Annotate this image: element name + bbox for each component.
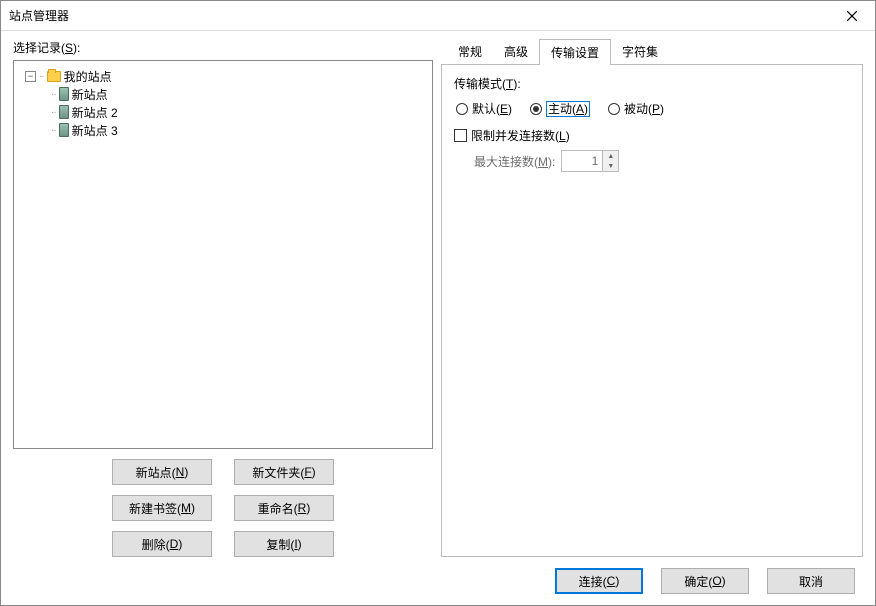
max-connections-spinner[interactable]: ▲ ▼ [561,150,619,172]
max-connections-input[interactable] [561,150,603,172]
spinner-arrows[interactable]: ▲ ▼ [603,150,619,172]
radio-icon [456,103,468,115]
dialog-footer: 连接(C) 确定(O) 取消 [1,557,875,605]
limit-connections-checkbox[interactable]: 限制并发连接数(L) [454,127,850,144]
delete-button[interactable]: 删除(D) [112,531,212,557]
collapse-icon[interactable]: − [25,71,36,82]
tab-advanced[interactable]: 高级 [493,39,539,64]
folder-icon [47,71,61,82]
radio-default-label: 默认(E) [472,100,512,117]
server-icon [59,87,69,101]
radio-active[interactable]: 主动(A) [530,100,590,117]
spinner-up-icon[interactable]: ▲ [603,151,618,161]
transfer-mode-radios: 默认(E) 主动(A) 被动(P) [456,100,850,117]
tree-connector: ·· [51,89,56,100]
radio-default[interactable]: 默认(E) [456,100,512,117]
radio-icon [530,103,542,115]
tab-transfer[interactable]: 传输设置 [539,39,611,65]
close-button[interactable] [829,1,875,30]
left-column: 选择记录(S): − ·· 我的站点 ·· 新站点 [13,39,433,557]
right-column: 常规 高级 传输设置 字符集 传输模式(T): 默认(E) 主动(A) [441,39,863,557]
radio-passive-label: 被动(P) [624,100,664,117]
tab-charset[interactable]: 字符集 [611,39,669,64]
left-button-grid: 新站点(N) 新文件夹(F) 新建书签(M) 重命名(R) 删除(D) 复制(I… [13,459,433,557]
site-manager-window: 站点管理器 选择记录(S): − ·· 我的站点 ·· [0,0,876,606]
tree-item[interactable]: ·· 新站点 3 [18,121,428,139]
tree-item[interactable]: ·· 新站点 2 [18,103,428,121]
connect-button[interactable]: 连接(C) [555,568,643,594]
close-icon [847,11,857,21]
tree-root-label: 我的站点 [64,68,112,85]
radio-active-label: 主动(A) [546,100,590,117]
rename-button[interactable]: 重命名(R) [234,495,334,521]
tree-item-label: 新站点 [72,86,108,103]
select-entry-label: 选择记录(S): [13,39,433,56]
limit-connections-label: 限制并发连接数(L) [471,127,570,144]
max-connections-row: 最大连接数(M): ▲ ▼ [474,150,850,172]
transfer-mode-label: 传输模式(T): [454,75,850,92]
site-tree[interactable]: − ·· 我的站点 ·· 新站点 ·· 新站点 2 [13,60,433,449]
new-folder-button[interactable]: 新文件夹(F) [234,459,334,485]
new-site-button[interactable]: 新站点(N) [112,459,212,485]
tree-item[interactable]: ·· 新站点 [18,85,428,103]
checkbox-icon [454,129,467,142]
radio-passive[interactable]: 被动(P) [608,100,664,117]
title-bar: 站点管理器 [1,1,875,31]
tree-item-label: 新站点 2 [72,104,118,121]
radio-icon [608,103,620,115]
tree-connector: ·· [51,125,56,136]
cancel-button[interactable]: 取消 [767,568,855,594]
max-connections-label: 最大连接数(M): [474,153,555,170]
tree-root[interactable]: − ·· 我的站点 [18,67,428,85]
spinner-down-icon[interactable]: ▼ [603,161,618,171]
dialog-body: 选择记录(S): − ·· 我的站点 ·· 新站点 [1,31,875,557]
copy-button[interactable]: 复制(I) [234,531,334,557]
tree-item-label: 新站点 3 [72,122,118,139]
server-icon [59,123,69,137]
server-icon [59,105,69,119]
transfer-settings-panel: 传输模式(T): 默认(E) 主动(A) 被动(P) [441,64,863,557]
tab-general[interactable]: 常规 [447,39,493,64]
tree-connector: ·· [39,71,44,82]
window-title: 站点管理器 [9,7,829,24]
new-bookmark-button[interactable]: 新建书签(M) [112,495,212,521]
tab-strip: 常规 高级 传输设置 字符集 [441,39,863,64]
ok-button[interactable]: 确定(O) [661,568,749,594]
tree-connector: ·· [51,107,56,118]
